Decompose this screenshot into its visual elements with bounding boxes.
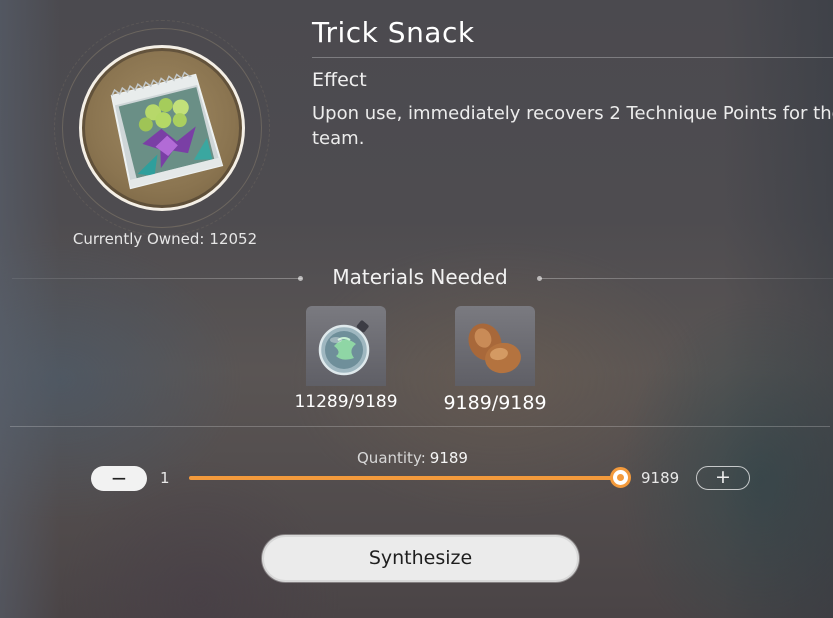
background-blur-right [723,0,833,618]
beans-icon [468,323,521,374]
quantity-label-text: Quantity: [357,449,426,467]
potion-flask-icon [318,320,370,376]
material-slot-2[interactable] [455,306,535,386]
divider-dot [298,276,303,281]
material-slot-1[interactable] [306,306,386,386]
materials-divider-right [540,278,833,279]
materials-title: Materials Needed [332,265,508,289]
item-icon-frame [54,20,270,236]
section-divider [10,426,830,427]
quantity-max: 9189 [641,469,680,487]
materials-divider-left [12,278,302,279]
material-count-1: 11289/9189 [294,392,398,412]
effect-description: Upon use, immediately recovers 2 Techniq… [312,103,833,149]
item-title: Trick Snack [312,16,475,49]
owned-label: Currently Owned: [72,230,205,248]
effect-label: Effect [312,69,367,91]
synthesize-button[interactable]: Synthesize [262,535,579,582]
title-divider [312,57,833,58]
currently-owned: Currently Owned: 12052 [0,230,325,248]
quantity-value: 9189 [429,449,468,467]
owned-count: 12052 [209,230,258,248]
quantity-slider-track[interactable] [189,476,621,480]
quantity-label: Quantity: 9189 [357,449,468,467]
increase-button[interactable]: + [696,466,750,490]
material-count-2: 9189/9189 [443,392,547,414]
quantity-min: 1 [160,469,170,487]
background-blur-left [0,0,60,618]
snack-bag-icon [110,71,224,190]
decrease-button[interactable]: − [91,466,147,491]
quantity-slider-handle[interactable] [610,467,631,488]
item-portrait [79,45,245,211]
